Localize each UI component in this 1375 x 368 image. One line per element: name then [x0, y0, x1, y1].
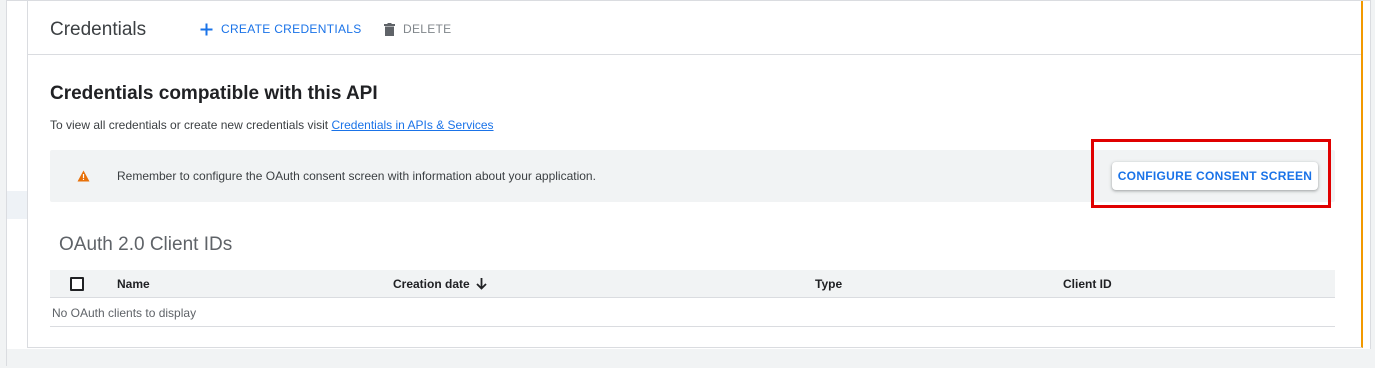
warning-triangle-icon [77, 169, 90, 187]
arrow-down-icon [476, 278, 487, 290]
oauth-heading: OAuth 2.0 Client IDs [59, 234, 233, 255]
section-subtext: To view all credentials or create new cr… [50, 118, 494, 132]
table-header: Name Creation date Type Client ID [50, 270, 1335, 298]
left-strip-shade [7, 191, 27, 219]
credentials-panel: Credentials CREATE CREDENTIALS DELETE Cr… [27, 1, 1363, 348]
credentials-link[interactable]: Credentials in APIs & Services [331, 118, 493, 132]
plus-icon [200, 23, 213, 36]
delete-label: DELETE [403, 22, 452, 36]
column-header-creation-date[interactable]: Creation date [393, 277, 487, 291]
bottom-band [7, 349, 1372, 367]
column-header-type[interactable]: Type [815, 277, 842, 291]
empty-message: No OAuth clients to display [52, 306, 197, 320]
create-credentials-button[interactable]: CREATE CREDENTIALS [200, 22, 362, 36]
trash-icon [384, 22, 395, 36]
creation-date-label: Creation date [393, 277, 470, 291]
select-all-checkbox[interactable] [70, 277, 84, 291]
delete-button[interactable]: DELETE [384, 22, 451, 36]
highlight-box [1091, 139, 1331, 208]
table-empty-row: No OAuth clients to display [50, 298, 1335, 327]
left-strip [7, 1, 27, 365]
section-heading: Credentials compatible with this API [50, 83, 378, 104]
toolbar: Credentials CREATE CREDENTIALS DELETE [28, 1, 1361, 55]
create-credentials-label: CREATE CREDENTIALS [221, 22, 362, 36]
column-header-name[interactable]: Name [117, 277, 150, 291]
banner-message: Remember to configure the OAuth consent … [117, 169, 596, 183]
column-header-client-id[interactable]: Client ID [1063, 277, 1112, 291]
subtext-prefix: To view all credentials or create new cr… [50, 118, 332, 132]
app-frame: Credentials CREATE CREDENTIALS DELETE Cr… [6, 0, 1372, 367]
page-title: Credentials [50, 19, 147, 40]
